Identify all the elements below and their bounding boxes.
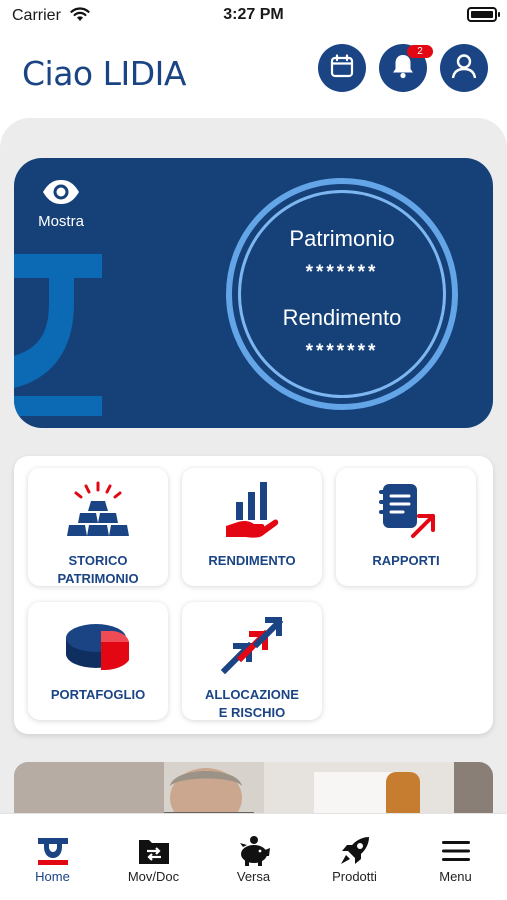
shortcut-label: RAPPORTI	[372, 553, 440, 568]
nav-label: Mov/Doc	[127, 869, 180, 884]
rendimento-value: *******	[305, 341, 379, 362]
user-icon	[449, 51, 479, 86]
summary-ring: Patrimonio ******* Rendimento *******	[226, 178, 458, 410]
eye-icon	[41, 180, 81, 210]
nav-item-home[interactable]: Home	[2, 814, 103, 900]
summary-ring-inner	[238, 190, 446, 398]
notification-badge: 2	[407, 45, 433, 58]
status-time: 3:27 PM	[223, 6, 284, 23]
show-values-toggle[interactable]: Mostra	[30, 178, 92, 230]
shortcut-label: ALLOCAZIONE E RISCHIO	[205, 687, 299, 720]
piggy-bank-icon	[203, 834, 304, 868]
rocket-icon	[304, 834, 405, 868]
patrimonio-label: Patrimonio	[289, 226, 395, 251]
notifications-button[interactable]: 2	[379, 44, 433, 92]
status-bar: Carrier 3:27 PM	[0, 0, 507, 32]
nav-item-movdoc[interactable]: Mov/Doc	[103, 814, 204, 900]
shortcut-label: RENDIMENTO	[208, 553, 296, 568]
pie-chart-icon	[28, 612, 168, 678]
show-values-label: Mostra	[38, 213, 84, 230]
nav-label: Versa	[236, 869, 271, 884]
hamburger-menu-icon	[405, 834, 506, 868]
nav-item-prodotti[interactable]: Prodotti	[304, 814, 405, 900]
folder-transfer-icon	[103, 834, 204, 868]
nav-label: Prodotti	[332, 869, 377, 884]
calendar-icon	[329, 53, 355, 84]
shortcut-portafoglio[interactable]: PORTAFOGLIO	[28, 602, 168, 720]
growth-hand-icon	[182, 478, 322, 544]
shortcut-label: STORICO PATRIMONIO	[57, 553, 139, 586]
nav-item-versa[interactable]: Versa	[203, 814, 304, 900]
wealth-summary-card: Mostra Patrimonio ******* Rendimento ***…	[14, 158, 493, 428]
battery-icon	[467, 7, 500, 22]
calendar-button[interactable]	[318, 44, 366, 92]
bottom-nav: Home Mov/Doc Versa Prodotti Menu	[0, 813, 507, 900]
greeting-title: Ciao LIDIA	[22, 54, 186, 93]
report-icon	[336, 478, 476, 544]
brand-decoration-icon	[14, 254, 102, 416]
shortcut-storico-patrimonio[interactable]: STORICO PATRIMONIO	[28, 468, 168, 586]
nav-item-menu[interactable]: Menu	[405, 814, 506, 900]
patrimonio-value: *******	[305, 262, 379, 283]
rendimento-label: Rendimento	[282, 305, 402, 330]
profile-button[interactable]	[440, 44, 488, 92]
shortcut-allocazione-rischio[interactable]: ALLOCAZIONE E RISCHIO	[182, 602, 322, 720]
shortcut-rapporti[interactable]: RAPPORTI	[336, 468, 476, 586]
nav-label: Menu	[439, 869, 472, 884]
home-logo-icon	[2, 834, 103, 868]
gold-bars-icon	[28, 478, 168, 544]
shortcut-rendimento[interactable]: RENDIMENTO	[182, 468, 322, 586]
shortcuts-panel: STORICO PATRIMONIO RENDIMENTO RAPPORTI P…	[14, 456, 493, 734]
shortcut-label: PORTAFOGLIO	[50, 687, 146, 702]
nav-label: Home	[35, 869, 70, 884]
allocation-arrows-icon	[182, 612, 322, 678]
